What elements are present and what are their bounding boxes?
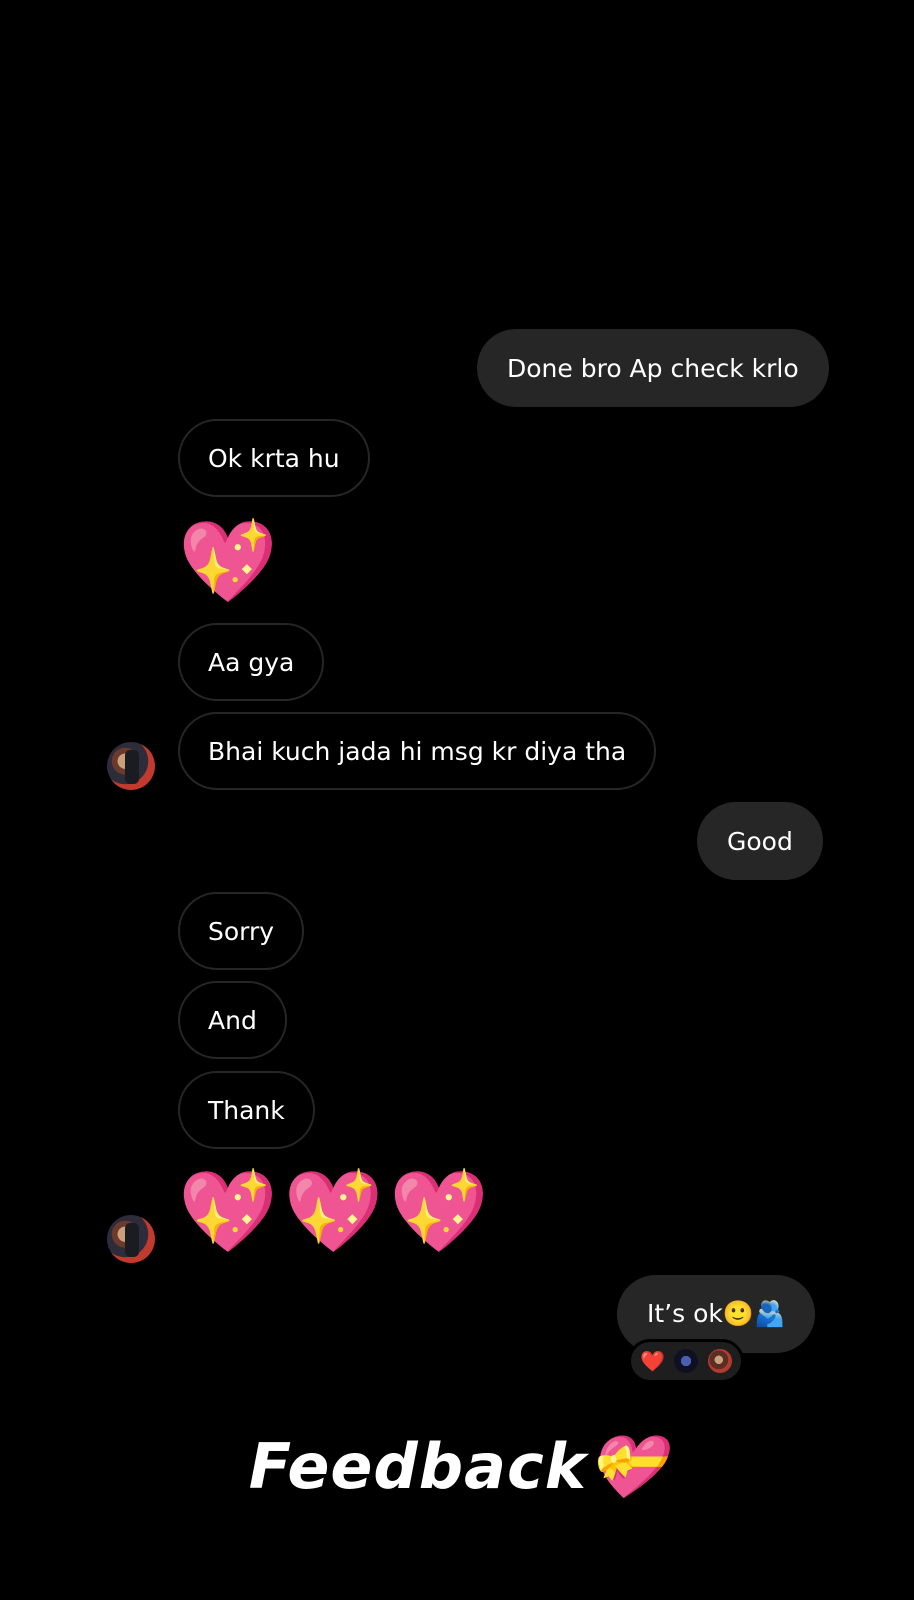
message-text: Ok krta hu: [208, 443, 340, 473]
incoming-message-bubble[interactable]: Ok krta hu: [178, 419, 370, 497]
reactions-pill[interactable]: ❤️: [628, 1339, 744, 1383]
incoming-message-bubble[interactable]: Bhai kuch jada hi msg kr diya tha: [178, 712, 657, 790]
incoming-message-bubble[interactable]: Aa gya: [178, 623, 325, 701]
incoming-message-bubble[interactable]: Thank: [178, 1071, 315, 1149]
outgoing-message-bubble[interactable]: Done bro Ap check krlo: [477, 329, 829, 407]
message-text: Done bro Ap check krlo: [507, 353, 799, 383]
message-text: And: [208, 1005, 257, 1035]
reactor-avatar: [707, 1349, 732, 1373]
sender-avatar[interactable]: [107, 742, 155, 790]
message-text: Aa gya: [208, 647, 295, 677]
outgoing-message-bubble[interactable]: Good: [697, 802, 823, 880]
message-text: Good: [727, 826, 793, 856]
message-text: Sorry: [208, 916, 275, 946]
sparkling-heart-emoji[interactable]: 💖: [178, 522, 278, 602]
message-text: It’s ok🙂🫂: [647, 1299, 786, 1328]
incoming-message-bubble[interactable]: And: [178, 981, 287, 1059]
heart-reaction-icon: ❤️: [640, 1349, 666, 1373]
reactor-avatar: [674, 1349, 699, 1373]
message-text: Bhai kuch jada hi msg kr diya tha: [208, 736, 627, 766]
feedback-caption: Feedback💝: [248, 1430, 666, 1503]
sender-avatar[interactable]: [107, 1215, 155, 1263]
sparkling-hearts-emoji[interactable]: 💖💖💖: [178, 1172, 495, 1252]
message-text: Thank: [208, 1095, 285, 1125]
incoming-message-bubble[interactable]: Sorry: [178, 892, 305, 970]
